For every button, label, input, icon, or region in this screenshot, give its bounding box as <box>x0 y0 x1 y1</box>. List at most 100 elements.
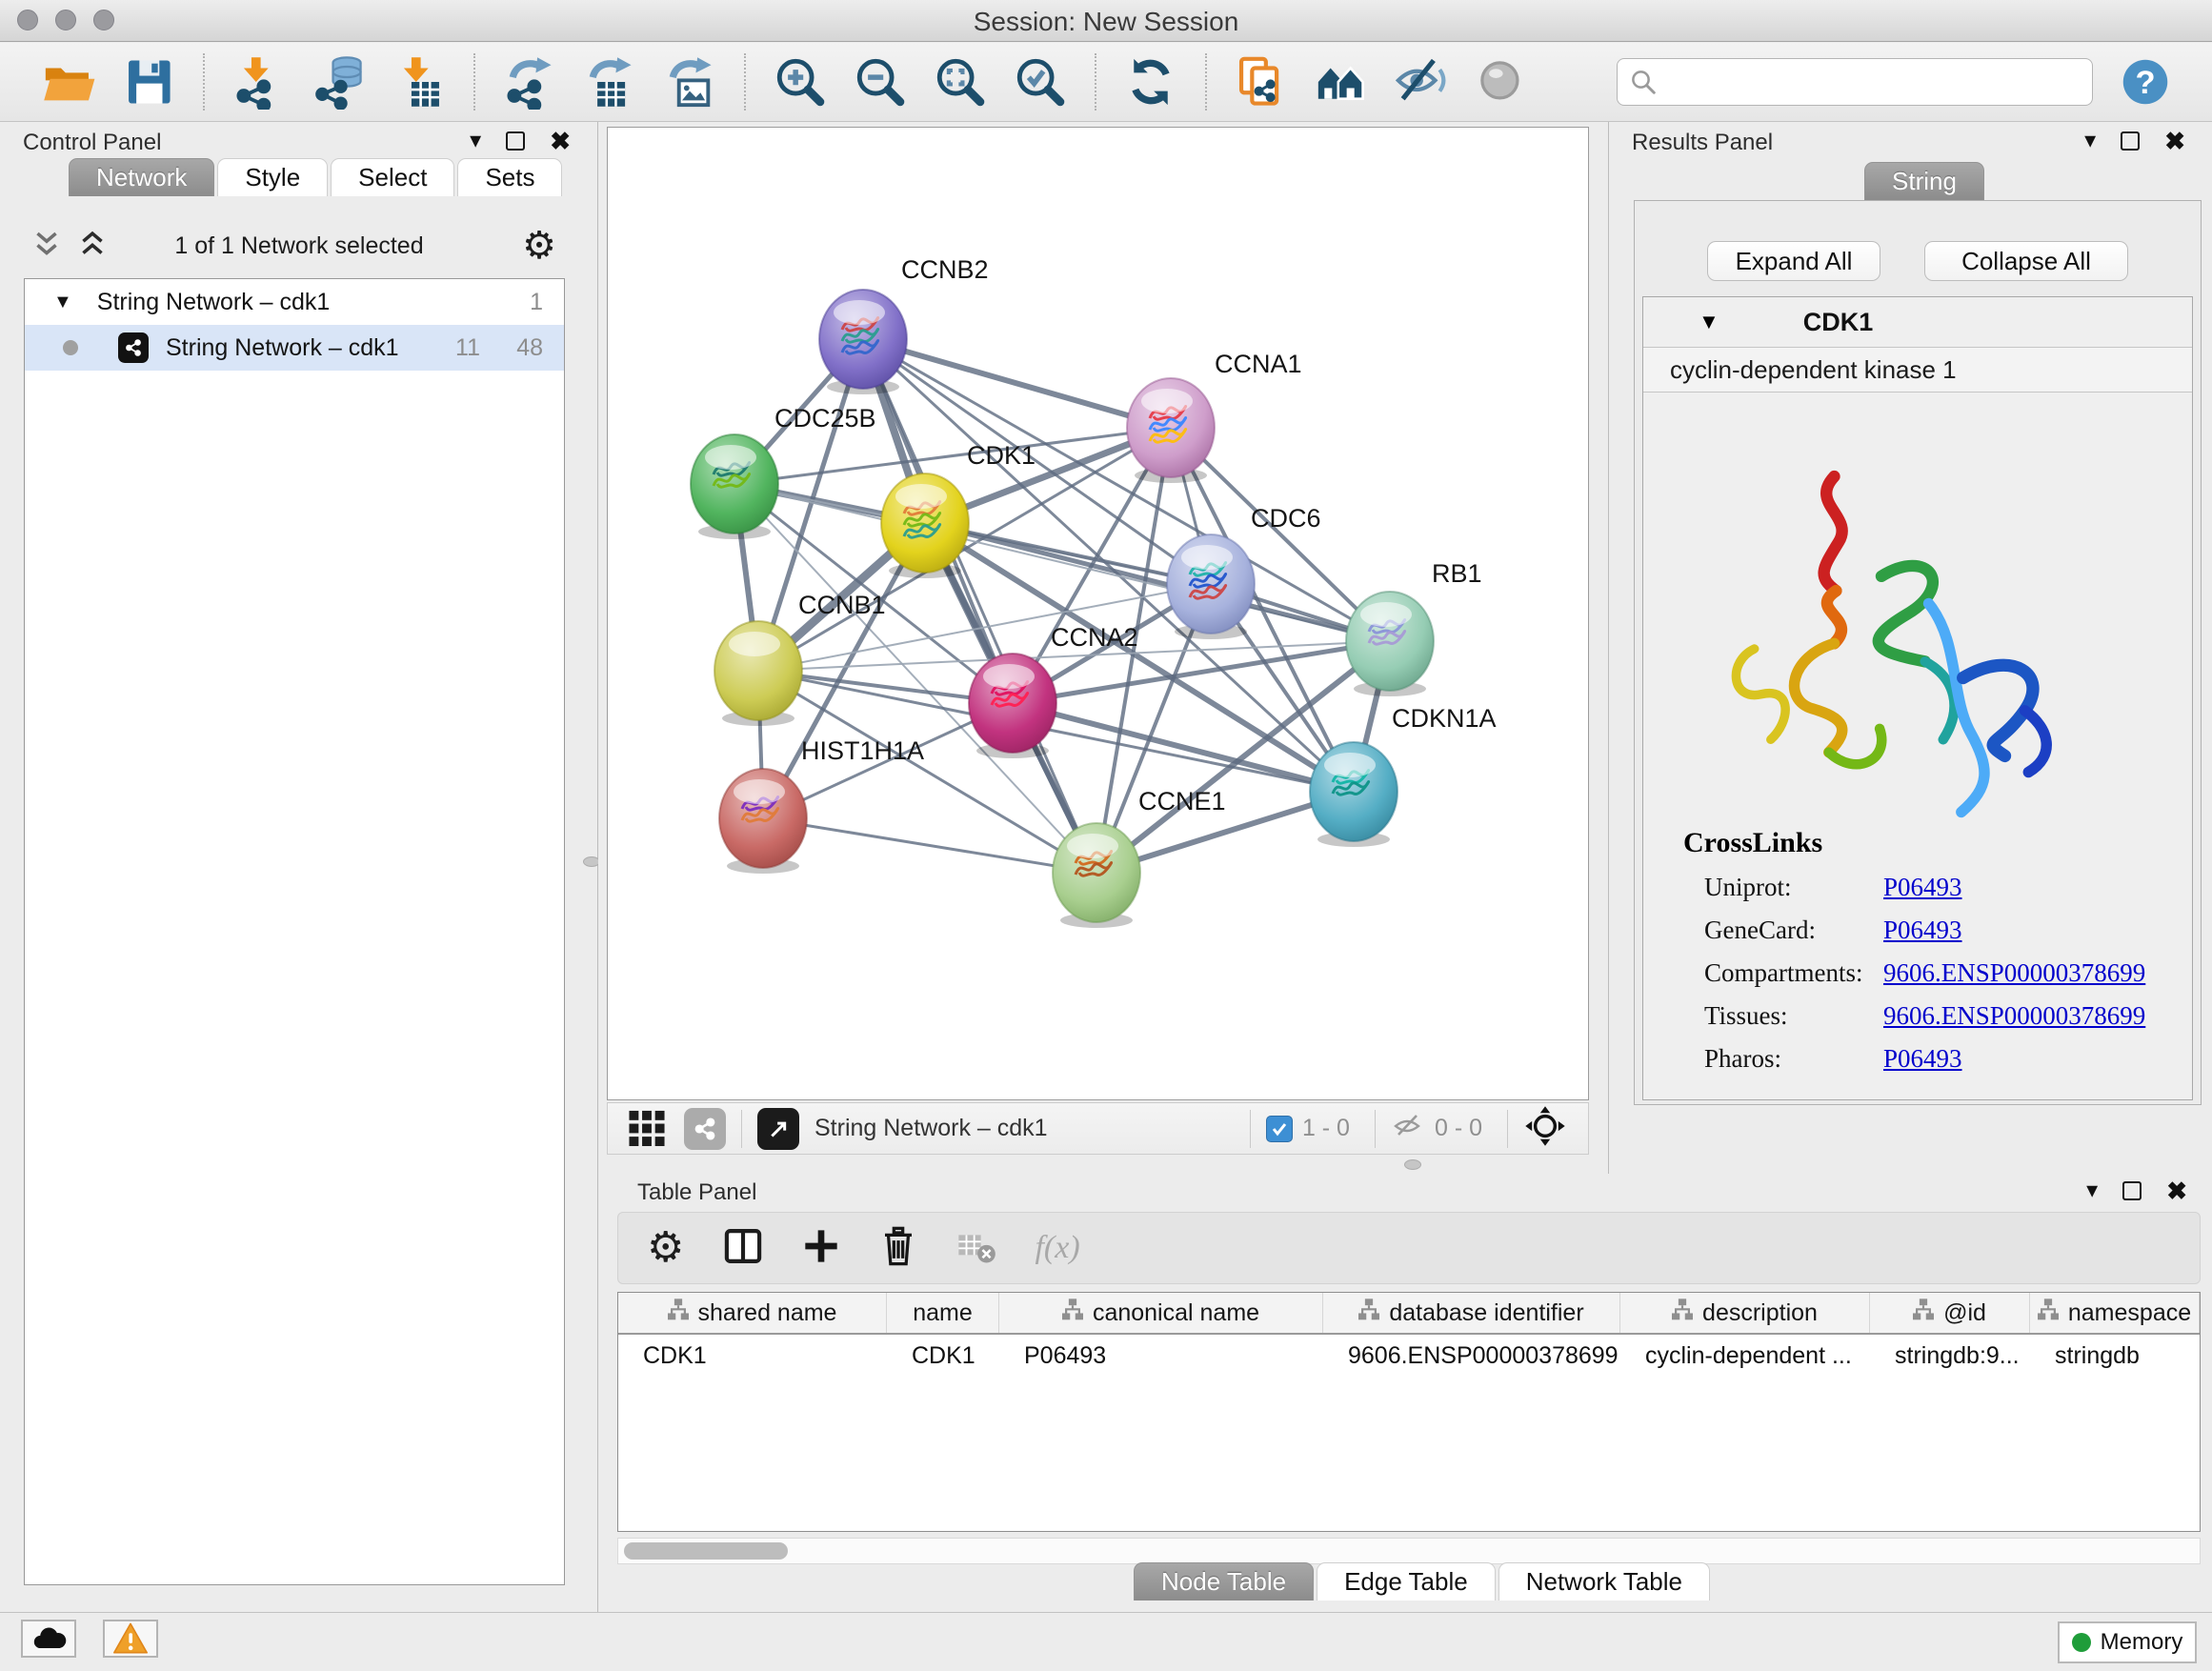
zoom-fit-icon[interactable] <box>933 54 988 110</box>
crosslink-label: GeneCard: <box>1704 916 1883 945</box>
import-network-icon[interactable] <box>231 54 287 110</box>
table-cell[interactable]: stringdb:9... <box>1870 1335 2030 1377</box>
crosslink-link[interactable]: 9606.ENSP00000378699 <box>1883 958 2145 988</box>
crosslink-link[interactable]: 9606.ENSP00000378699 <box>1883 1001 2145 1031</box>
show-columns-icon[interactable] <box>722 1225 764 1272</box>
zoom-selected-icon[interactable] <box>1013 54 1068 110</box>
network-node-RB1[interactable] <box>1346 592 1434 696</box>
birdseye-toggle-crosshair-icon[interactable] <box>1523 1104 1567 1153</box>
cloud-status-button[interactable] <box>21 1620 76 1658</box>
network-node-CCNE1[interactable] <box>1053 823 1140 928</box>
column-header--id[interactable]: @id <box>1870 1293 2030 1333</box>
column-header-description[interactable]: description <box>1620 1293 1870 1333</box>
collapse-all-button[interactable]: Collapse All <box>1924 241 2128 281</box>
crosslink-link[interactable]: P06493 <box>1883 916 1962 945</box>
column-header-namespace[interactable]: namespace <box>2030 1293 2200 1333</box>
tab-edge-table[interactable]: Edge Table <box>1317 1562 1496 1601</box>
refresh-view-icon[interactable] <box>1123 54 1178 110</box>
crosslinks-block: CrossLinks Uniprot:P06493GeneCard:P06493… <box>1643 827 2192 1074</box>
crosslink-link[interactable]: P06493 <box>1883 1044 1962 1074</box>
section-collapse-icon[interactable]: ▼ <box>1699 310 1719 334</box>
save-session-icon[interactable] <box>121 54 176 110</box>
import-network-from-database-icon[interactable] <box>312 54 367 110</box>
control-panel-collapse-icon[interactable]: ▾ <box>470 131 481 151</box>
results-panel-float-icon[interactable] <box>2121 131 2140 151</box>
column-header-canonical-name[interactable]: canonical name <box>999 1293 1323 1333</box>
table-cell[interactable]: CDK1 <box>618 1335 887 1377</box>
network-edge[interactable] <box>925 523 1390 641</box>
table-cell[interactable]: CDK1 <box>887 1335 999 1377</box>
search-input[interactable] <box>1658 69 2067 95</box>
table-horizontal-scrollbar[interactable] <box>617 1538 2201 1564</box>
network-node-CDC25B[interactable] <box>691 434 778 539</box>
results-panel-close-icon[interactable]: ✖ <box>2164 131 2185 151</box>
table-cell[interactable]: P06493 <box>999 1335 1323 1377</box>
network-node-HIST1H1A[interactable] <box>719 769 807 874</box>
tab-select[interactable]: Select <box>331 158 454 196</box>
toggle-graphics-details-icon[interactable] <box>1474 54 1529 110</box>
network-node-CCNB1[interactable] <box>714 621 802 726</box>
export-network-icon[interactable] <box>502 54 557 110</box>
collection-expand-icon[interactable]: ▼ <box>53 292 72 313</box>
network-collection-row[interactable]: ▼ String Network – cdk1 1 <box>25 279 564 325</box>
tab-string[interactable]: String <box>1864 162 1984 200</box>
panel-splitter-handle[interactable] <box>1404 1159 1421 1170</box>
network-node-CCNA1[interactable] <box>1127 378 1215 483</box>
table-cell[interactable]: cyclin-dependent ... <box>1620 1335 1870 1377</box>
open-session-icon[interactable] <box>41 54 96 110</box>
results-panel-collapse-icon[interactable]: ▾ <box>2084 131 2096 151</box>
hidden-count: 0 - 0 <box>1435 1115 1482 1142</box>
network-share-view-icon[interactable] <box>684 1108 726 1150</box>
network-node-CCNA2[interactable] <box>969 654 1056 758</box>
table-panel-collapse-icon[interactable]: ▾ <box>2086 1181 2098 1200</box>
column-header-database-identifier[interactable]: database identifier <box>1323 1293 1620 1333</box>
network-node-CCNB2[interactable] <box>819 290 907 394</box>
export-image-icon[interactable] <box>662 54 717 110</box>
table-panel-close-icon[interactable]: ✖ <box>2166 1181 2187 1200</box>
crosslink-link[interactable]: P06493 <box>1883 873 1962 902</box>
control-panel-close-icon[interactable]: ✖ <box>550 131 571 151</box>
tab-style[interactable]: Style <box>217 158 328 196</box>
grid-view-icon[interactable] <box>627 1106 667 1151</box>
duplicate-network-icon[interactable] <box>1234 54 1289 110</box>
node-label: CCNE1 <box>1138 787 1226 815</box>
show-hide-graphics-details-icon[interactable] <box>1394 54 1449 110</box>
table-cell[interactable]: stringdb <box>2030 1335 2200 1377</box>
hidden-items-eye-icon <box>1391 1109 1425 1148</box>
warning-icon <box>111 1621 150 1656</box>
memory-button[interactable]: Memory <box>2058 1621 2197 1663</box>
column-header-shared-name[interactable]: shared name <box>618 1293 887 1333</box>
expand-all-button[interactable]: Expand All <box>1707 241 1880 281</box>
table-cell[interactable]: 9606.ENSP00000378699 <box>1323 1335 1620 1377</box>
warning-status-button[interactable] <box>103 1620 158 1658</box>
table-options-gear-icon[interactable]: ⚙ <box>647 1227 684 1269</box>
zoom-out-icon[interactable] <box>853 54 908 110</box>
table-row[interactable]: CDK1CDK1P064939606.ENSP00000378699cyclin… <box>618 1335 2200 1377</box>
toolbar-search[interactable] <box>1617 58 2093 106</box>
network-node-CDC6[interactable] <box>1167 534 1255 639</box>
first-neighbors-icon[interactable] <box>1314 54 1369 110</box>
import-table-icon[interactable] <box>392 54 447 110</box>
add-column-icon[interactable] <box>802 1227 840 1270</box>
network-options-gear-icon[interactable]: ⚙ <box>522 225 556 267</box>
zoom-in-icon[interactable] <box>773 54 828 110</box>
network-edge[interactable] <box>758 671 1354 792</box>
network-row[interactable]: String Network – cdk1 11 48 <box>25 325 564 371</box>
tab-sets[interactable]: Sets <box>457 158 562 196</box>
birds-eye-view-icon[interactable] <box>757 1108 799 1150</box>
network-status-dot <box>63 340 78 355</box>
delete-column-icon[interactable] <box>878 1226 918 1271</box>
column-header-name[interactable]: name <box>887 1293 999 1333</box>
selected-nodes-checkbox[interactable] <box>1266 1116 1293 1142</box>
tab-node-table[interactable]: Node Table <box>1134 1562 1314 1601</box>
tab-network-table[interactable]: Network Table <box>1498 1562 1710 1601</box>
network-node-CDKN1A[interactable] <box>1310 742 1398 847</box>
table-panel-float-icon[interactable] <box>2122 1181 2142 1200</box>
network-canvas[interactable]: CCNB2CCNA1CDC25BCDK1CDC6RB1CCNB1CCNA2CDK… <box>607 127 1589 1100</box>
help-button[interactable]: ? <box>2120 56 2171 108</box>
scrollbar-thumb[interactable] <box>624 1542 788 1560</box>
network-edge[interactable] <box>763 818 1096 873</box>
export-table-icon[interactable] <box>582 54 637 110</box>
tab-network[interactable]: Network <box>69 158 214 196</box>
control-panel-float-icon[interactable] <box>506 131 525 151</box>
